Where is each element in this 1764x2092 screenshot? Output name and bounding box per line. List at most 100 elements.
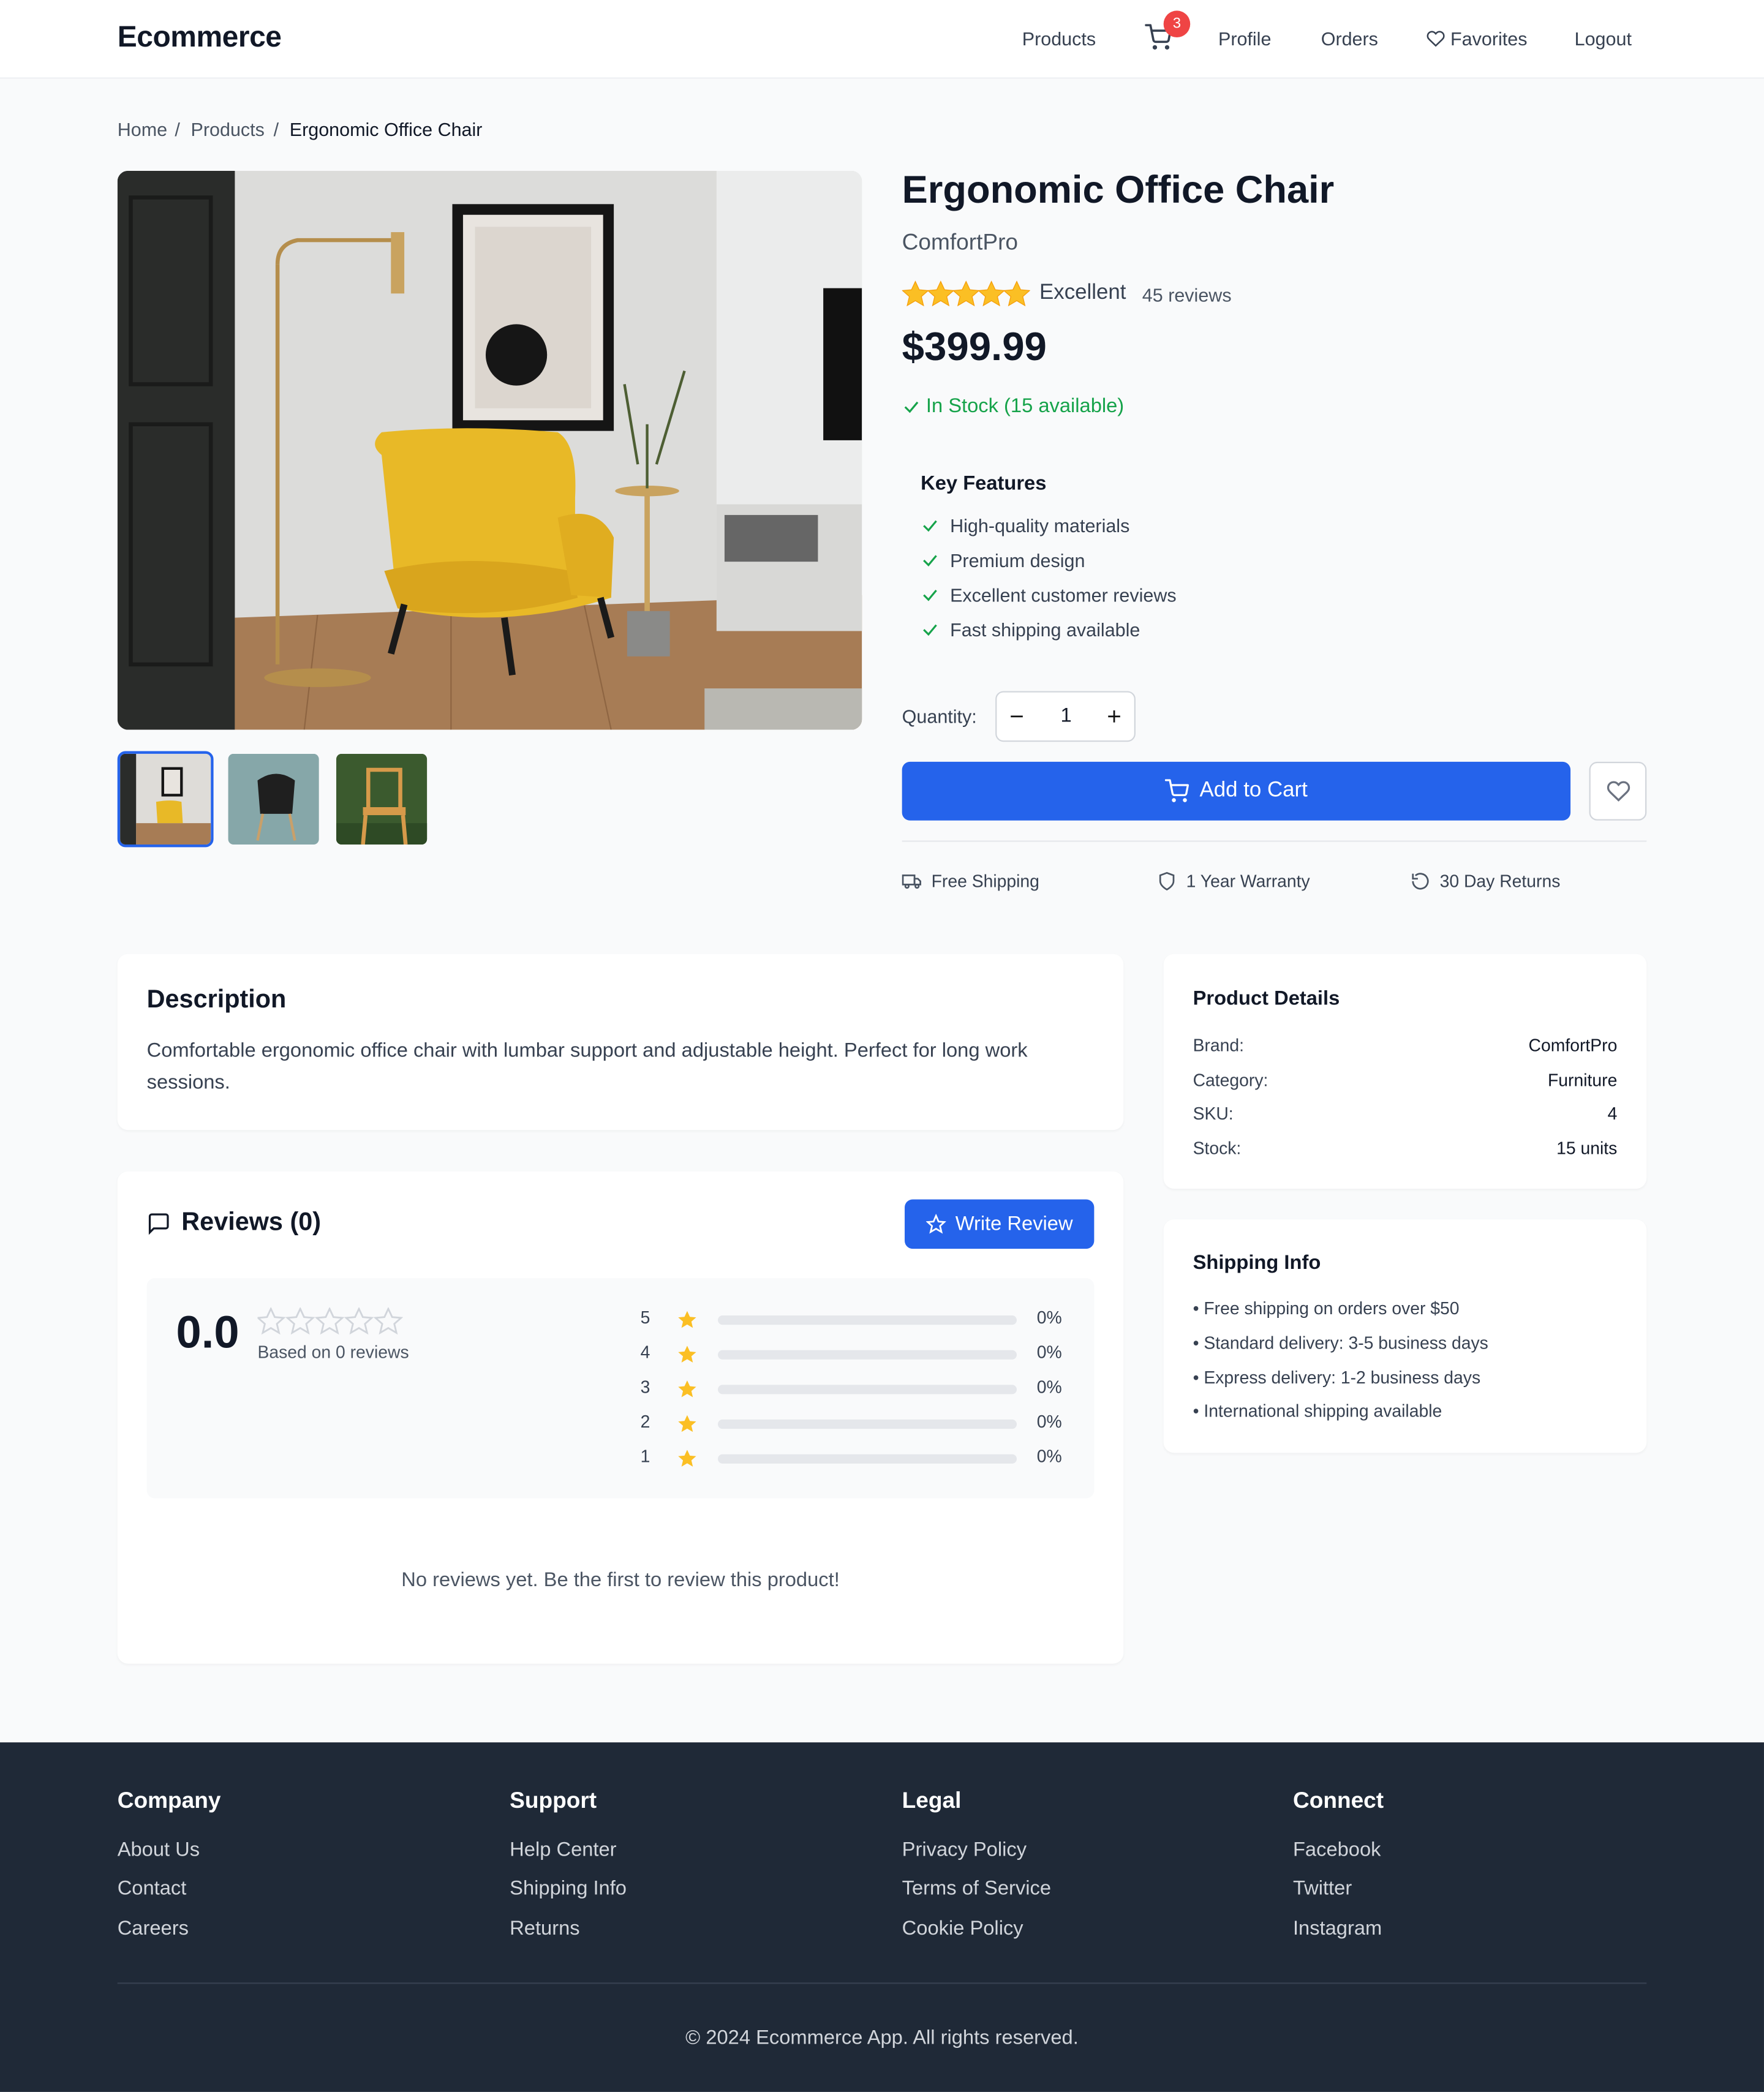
star-icon	[373, 1306, 404, 1335]
dist-bar	[718, 1419, 1017, 1429]
product-title: Ergonomic Office Chair	[902, 169, 1335, 213]
brand-logo[interactable]: Ecommerce	[118, 20, 282, 55]
footer-link[interactable]: Returns	[510, 1917, 579, 1940]
footer-heading-legal: Legal	[902, 1788, 962, 1813]
dist-percent: 0%	[1036, 1446, 1062, 1467]
heart-icon	[1427, 31, 1445, 47]
star-icon	[927, 280, 955, 307]
nav-logout[interactable]: Logout	[1575, 28, 1632, 50]
footer-link[interactable]: Contact	[118, 1877, 187, 1900]
footer-link[interactable]: Careers	[118, 1917, 189, 1940]
rating-dist-row: 1 0%	[641, 1446, 1081, 1473]
footer-link[interactable]: Instagram	[1293, 1917, 1382, 1940]
nav-orders[interactable]: Orders	[1321, 28, 1378, 50]
nav-favorites-label: Favorites	[1450, 28, 1528, 50]
footer-divider	[117, 1982, 1647, 1984]
decrement-button[interactable]	[997, 693, 1036, 740]
detail-value: ComfortPro	[1528, 1035, 1618, 1056]
breadcrumb-products[interactable]: Products	[191, 119, 265, 140]
footer-link[interactable]: Privacy Policy	[902, 1838, 1027, 1861]
footer-link[interactable]: About Us	[118, 1838, 200, 1861]
check-icon	[923, 555, 937, 566]
footer-link[interactable]: Shipping Info	[510, 1877, 627, 1900]
nav-products[interactable]: Products	[1022, 28, 1096, 50]
detail-label: Category:	[1193, 1070, 1268, 1090]
average-rating: 0.0	[176, 1307, 239, 1358]
dist-stars: 1	[640, 1446, 650, 1467]
truck-icon	[902, 875, 921, 889]
detail-label: Brand:	[1193, 1035, 1245, 1056]
footer-link[interactable]: Terms of Service	[902, 1877, 1051, 1900]
product-price: $399.99	[902, 325, 1047, 370]
description-text: Comfortable ergonomic office chair with …	[146, 1039, 1028, 1094]
star-icon	[255, 1306, 286, 1335]
detail-label: SKU:	[1193, 1103, 1234, 1124]
footer-heading-company: Company	[117, 1788, 221, 1813]
quantity-label: Quantity:	[902, 705, 977, 728]
nav-profile[interactable]: Profile	[1218, 28, 1271, 50]
footer-link[interactable]: Cookie Policy	[902, 1917, 1023, 1940]
shipping-info-card: Shipping Info • Free shipping on orders …	[1163, 1219, 1647, 1453]
star-icon	[678, 1380, 696, 1398]
dist-percent: 0%	[1036, 1411, 1062, 1432]
description-title: Description	[146, 985, 287, 1014]
dist-bar	[718, 1315, 1017, 1325]
copyright: © 2024 Ecommerce App. All rights reserve…	[685, 2026, 1079, 2050]
stock-status-text: In Stock (15 available)	[925, 394, 1125, 418]
detail-value: 4	[1607, 1103, 1618, 1124]
product-brand: ComfortPro	[902, 229, 1019, 255]
perk-free-shipping: Free Shipping	[902, 871, 1039, 891]
rating-stars	[901, 280, 1031, 316]
perk-label: 1 Year Warranty	[1186, 871, 1310, 892]
nav-favorites[interactable]: Favorites	[1427, 28, 1528, 50]
feature-item: Excellent customer reviews	[921, 584, 1177, 606]
breadcrumb-separator: /	[175, 118, 180, 140]
minus-icon	[1011, 715, 1023, 718]
shipping-item: • International shipping available	[1193, 1401, 1442, 1421]
add-to-cart-button[interactable]: Add to Cart	[902, 761, 1571, 821]
reviews-card: Reviews (0) Write Review 0.0 Based on 0 …	[117, 1171, 1124, 1664]
feature-item: Fast shipping available	[921, 619, 1140, 641]
star-icon	[952, 280, 980, 307]
shipping-info-title: Shipping Info	[1193, 1251, 1321, 1274]
reviews-title: Reviews (0)	[181, 1208, 322, 1237]
write-review-button[interactable]: Write Review	[905, 1199, 1095, 1249]
star-icon	[344, 1306, 374, 1335]
cart-count-badge: 3	[1163, 10, 1191, 37]
dist-bar	[718, 1385, 1017, 1394]
feature-item: High-quality materials	[921, 515, 1129, 536]
reviews-header: Reviews (0)	[147, 1209, 321, 1238]
key-features-title: Key Features	[921, 472, 1047, 495]
thumbnail-1[interactable]	[117, 751, 214, 848]
footer-link[interactable]: Twitter	[1293, 1877, 1352, 1900]
feature-text: High-quality materials	[950, 514, 1130, 536]
rating-dist-row: 2 0%	[641, 1412, 1081, 1439]
check-icon	[923, 624, 937, 636]
dist-stars: 2	[640, 1411, 650, 1432]
star-icon	[678, 1415, 696, 1432]
rating-dist-row: 3 0%	[641, 1377, 1081, 1404]
rating-label: Excellent	[1039, 281, 1126, 304]
footer-link[interactable]: Facebook	[1293, 1838, 1381, 1861]
add-to-favorites-button[interactable]	[1589, 761, 1647, 821]
star-icon	[314, 1306, 345, 1335]
footer-heading-connect: Connect	[1292, 1788, 1384, 1813]
feature-item: Premium design	[921, 550, 1085, 571]
perk-returns: 30 Day Returns	[1411, 871, 1560, 891]
quantity-value[interactable]: 1	[1044, 693, 1089, 740]
detail-value: 15 units	[1556, 1138, 1618, 1158]
thumbnail-2[interactable]	[225, 751, 322, 847]
footer-link[interactable]: Help Center	[510, 1838, 616, 1861]
dist-stars: 3	[640, 1377, 650, 1397]
breadcrumb-home[interactable]: Home	[118, 119, 167, 140]
dist-percent: 0%	[1036, 1307, 1062, 1328]
breadcrumb-current: Ergonomic Office Chair	[289, 118, 483, 140]
thumbnail-3[interactable]	[334, 751, 430, 847]
rotate-icon	[1412, 873, 1429, 890]
increment-button[interactable]	[1094, 693, 1134, 740]
perk-warranty: 1 Year Warranty	[1157, 871, 1310, 892]
message-icon	[148, 1213, 169, 1235]
dist-bar	[718, 1454, 1017, 1464]
plus-icon	[1108, 710, 1120, 723]
dist-bar	[718, 1350, 1017, 1360]
